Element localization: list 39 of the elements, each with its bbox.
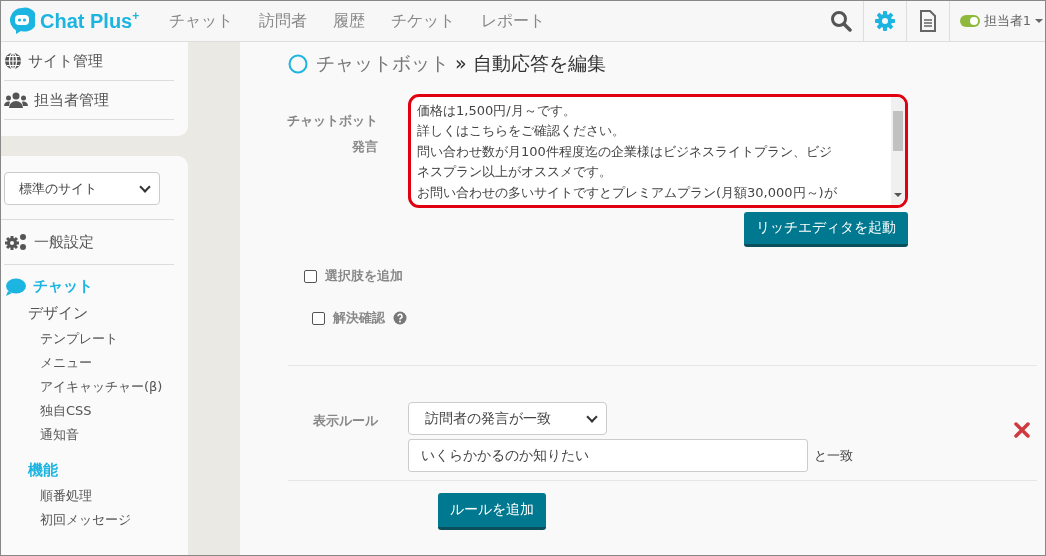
add-rule-button[interactable]: ルールを追加 <box>438 493 546 530</box>
gears-icon <box>4 233 28 251</box>
delete-icon[interactable] <box>1014 422 1030 438</box>
field-label: チャットボット <box>287 112 378 130</box>
field-label: 発言 <box>352 138 378 156</box>
rich-editor-button[interactable]: リッチエディタを起動 <box>744 212 908 247</box>
sidebar-item[interactable]: サイト管理 <box>4 42 174 81</box>
message-textarea[interactable]: 価格は1,500円/月～です。 詳しくはこちらをご確認ください。 問い合わせ数が月100件程度迄の企業様はビジネスライトプラン、ビジ ネスプラン以上がオススメです。 お問い合わせの多いサイトですとプレミアムプラン(月額30,000円～)が <box>408 94 908 208</box>
match-text: と一致 <box>814 446 853 465</box>
speech-bubble-icon <box>5 277 27 296</box>
logo-icon <box>9 7 35 35</box>
help-icon <box>393 311 407 325</box>
search-icon <box>830 10 853 32</box>
field-label: 表示ルール <box>313 412 378 430</box>
settings-icon <box>873 10 896 32</box>
users-icon <box>4 91 28 109</box>
checkbox-label: 解決確認 <box>333 309 385 327</box>
checkbox[interactable] <box>304 269 317 283</box>
document-icon <box>918 10 937 32</box>
condition-select[interactable]: 訪問者の発言が一致 <box>408 402 607 435</box>
logo-text: Chat Plus$^{+}$ <box>40 9 140 33</box>
input-field[interactable]: いくらかかるのか知りたい <box>408 439 808 472</box>
site-select[interactable]: 標準のサイト <box>4 172 160 205</box>
sidebar-link[interactable]: テンプレート <box>1 327 188 351</box>
sidebar-item[interactable]: 一般設定 <box>4 220 174 265</box>
user-menu[interactable]: 担当者1 <box>948 1 1045 41</box>
sidebar-link[interactable]: アイキャッチャー(β) <box>1 375 188 399</box>
checkbox[interactable] <box>312 311 325 325</box>
checkbox-label: 選択肢を追加 <box>325 267 403 285</box>
sidebar-link[interactable]: 初回メッセージ <box>1 508 188 532</box>
sidebar-link[interactable]: 独自CSS <box>1 399 188 423</box>
globe-icon <box>4 52 22 70</box>
sidebar-group-heading[interactable]: デザイン <box>1 300 188 327</box>
sidebar-link[interactable]: 通知音 <box>1 423 188 447</box>
circle-icon <box>288 54 308 74</box>
sidebar-link[interactable]: メニュー <box>1 351 188 375</box>
sidebar-item[interactable]: 担当者管理 <box>4 81 174 120</box>
sidebar-link[interactable]: 順番処理 <box>1 484 188 508</box>
page-title: チャットボット » 自動応答を編集 <box>316 51 606 76</box>
